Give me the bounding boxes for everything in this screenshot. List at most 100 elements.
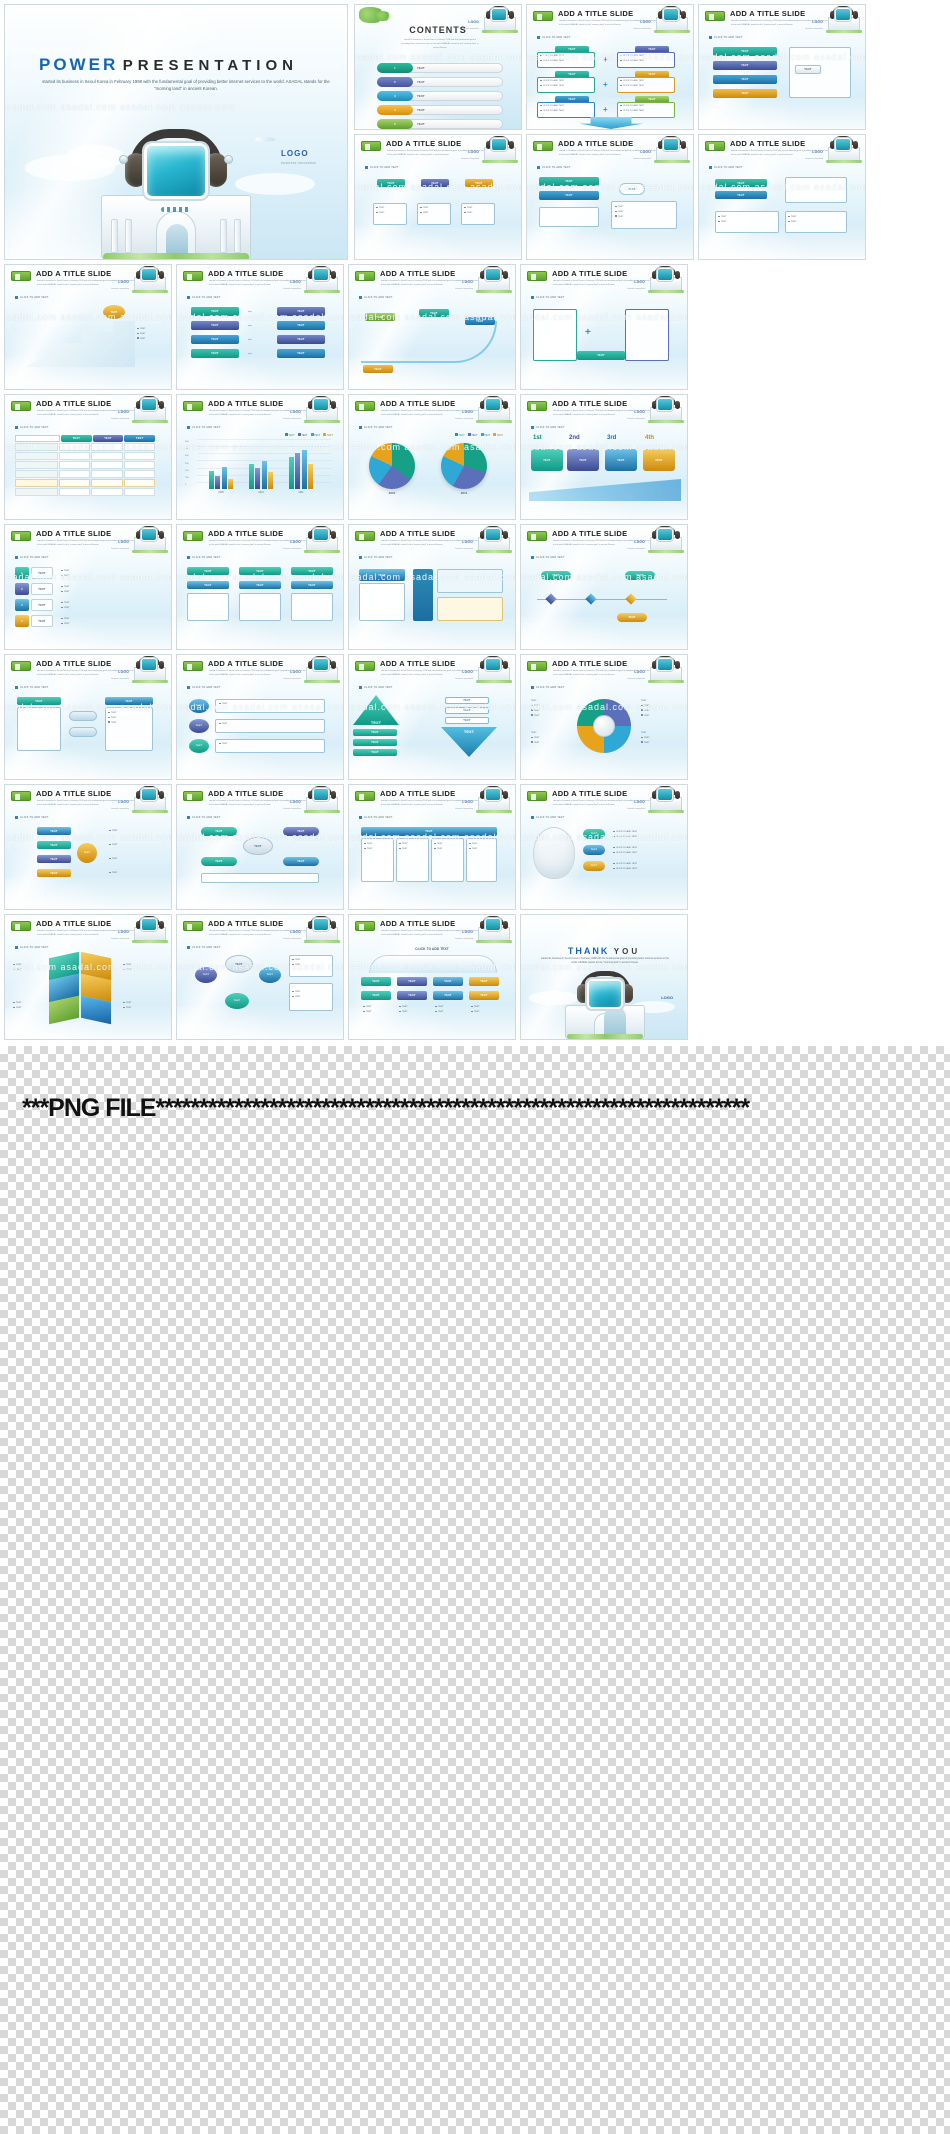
slide-title: ADD A TITLE SLIDE	[208, 789, 284, 798]
slide-thumb-r7c1[interactable]: ADD A TITLE SLIDE started its business i…	[4, 784, 172, 910]
tab-chip-1: TEXT	[715, 179, 767, 187]
slide-thumb-r2c4[interactable]: ADD A TITLE SLIDE started its business i…	[698, 134, 866, 260]
slide-thumb-r2c3[interactable]: ADD A TITLE SLIDE started its business i…	[526, 134, 694, 260]
mascot-icon	[476, 266, 512, 293]
slide-badge-icon	[361, 141, 381, 151]
click-to-add-text[interactable]: CLICK TO ADD TEXT	[365, 166, 399, 169]
chart-bars	[201, 439, 321, 489]
click-to-add-text[interactable]: CLICK TO ADD TEXT	[15, 946, 49, 949]
slide-thumb-r5c4[interactable]: ADD A TITLE SLIDE started its business i…	[520, 524, 688, 650]
slide-thumb-r6c4-donut[interactable]: ADD A TITLE SLIDE started its business i…	[520, 654, 688, 780]
arrow-right-icon: ⇔	[247, 323, 253, 329]
slide-title: ADD A TITLE SLIDE	[208, 269, 284, 278]
slide-thumb-r8c1-cubes[interactable]: ADD A TITLE SLIDE started its business i…	[4, 914, 172, 1040]
curve-chip-3: TEXT	[465, 317, 495, 325]
slide-thumb-r6c2[interactable]: ADD A TITLE SLIDE started its business i…	[176, 654, 344, 780]
png-assets-section	[0, 1046, 950, 2134]
slide-title: ADD A TITLE SLIDE	[208, 919, 284, 928]
slide-thumb-r1c4[interactable]: ADD A TITLE SLIDE started its business i…	[698, 4, 866, 130]
slide-thumb-r8c2-cycle[interactable]: ADD A TITLE SLIDE started its business i…	[176, 914, 344, 1040]
slide-thumb-r4c1[interactable]: ADD A TITLE SLIDE started its business i…	[4, 394, 172, 520]
slide-logo: LOGO business innovation	[283, 400, 301, 420]
slide-thumb-r5c2[interactable]: ADD A TITLE SLIDE started its business i…	[176, 524, 344, 650]
click-to-add-text[interactable]: CLICK TO ADD TEXT	[359, 556, 393, 559]
slide-thumb-r3c2[interactable]: ADD A TITLE SLIDE started its business i…	[176, 264, 344, 390]
slide-thumb-r4c4-ordinals[interactable]: ADD A TITLE SLIDE started its business i…	[520, 394, 688, 520]
mascot-icon	[304, 656, 340, 683]
matrix-r1: TEXT	[277, 307, 325, 316]
click-to-add-text[interactable]: CLICK TO ADD TEXT	[187, 686, 221, 689]
slide-thumb-r3c4[interactable]: ADD A TITLE SLIDE started its business i…	[520, 264, 688, 390]
slide-title: ADD A TITLE SLIDE	[208, 659, 284, 668]
click-to-add-text[interactable]: CLICK TO ADD TEXT	[537, 36, 571, 39]
click-to-add-text[interactable]: CLICK TO ADD TEXT	[187, 556, 221, 559]
click-to-add-text[interactable]: CLICK TO ADD TEXT	[531, 556, 565, 559]
slide-badge-icon	[183, 791, 203, 801]
slide-thumb-r6c1[interactable]: ADD A TITLE SLIDE started its business i…	[4, 654, 172, 780]
click-to-add-text[interactable]: CLICK TO ADD TEXT	[359, 686, 393, 689]
title-slide-subtitle: started its business in Seoul Korea in F…	[42, 79, 330, 91]
slide-logo: LOGO business innovation	[111, 270, 129, 290]
click-to-add-text[interactable]: CLICK TO ADD TEXT	[15, 556, 49, 559]
click-to-add-text[interactable]: CLICK TO ADD TEXT	[537, 166, 571, 169]
click-to-add-text[interactable]: CLICK TO ADD TEXT	[15, 426, 49, 429]
block-chip-1: TEXT	[539, 177, 599, 186]
twopanel-link	[69, 711, 97, 721]
slide-thumb-contents[interactable]: LOGO business innovation CONTENTS starte…	[354, 4, 522, 130]
click-to-add-text[interactable]: CLICK TO ADD TEXT	[187, 816, 221, 819]
click-to-add-text[interactable]: CLICK TO ADD TEXT	[187, 946, 221, 949]
template-preview-page: POWER PRESENTATION started its business …	[0, 0, 950, 2134]
click-to-add-text[interactable]: CLICK TO ADD TEXT	[531, 686, 565, 689]
click-to-add-text[interactable]: CLICK TO ADD TEXT	[187, 426, 221, 429]
slide-thumb-r8c3-grid4[interactable]: ADD A TITLE SLIDE started its business i…	[348, 914, 516, 1040]
slide-thumb-r7c2[interactable]: ADD A TITLE SLIDE started its business i…	[176, 784, 344, 910]
slide-thumb-r2c2[interactable]: ADD A TITLE SLIDE started its business i…	[354, 134, 522, 260]
slide-title: ADD A TITLE SLIDE	[208, 529, 284, 538]
slide-thumb-r1c3[interactable]: ADD A TITLE SLIDE started its business i…	[526, 4, 694, 130]
mascot-icon	[654, 136, 690, 163]
slide-thumb-r4c2-barchart[interactable]: ADD A TITLE SLIDE started its business i…	[176, 394, 344, 520]
slide-thumb-r7c3[interactable]: ADD A TITLE SLIDE started its business i…	[348, 784, 516, 910]
ladder-chip-3: TEXT	[37, 855, 71, 863]
ordinal-box-4: TEXT	[643, 449, 675, 471]
slide-thumb-r6c3-funnel[interactable]: ADD A TITLE SLIDE started its business i…	[348, 654, 516, 780]
pie-title-2011: 2011	[460, 491, 468, 495]
ordinal-box-2: TEXT	[567, 449, 599, 471]
slide-thumb-r7c4[interactable]: ADD A TITLE SLIDE started its business i…	[520, 784, 688, 910]
slide-thumb-r5c3[interactable]: ADD A TITLE SLIDE started its business i…	[348, 524, 516, 650]
twopanel-head-l: TEXT	[17, 697, 61, 705]
logo-tagline: business innovation	[633, 158, 651, 160]
click-to-add-text[interactable]: CLICK TO ADD TEXT	[709, 166, 743, 169]
pie-chart-2011	[441, 443, 487, 489]
click-to-add-text[interactable]: CLICK TO ADD TEXT	[531, 426, 565, 429]
logo-tagline: business innovation	[455, 288, 473, 290]
slide-logo: LOGO business innovation	[111, 660, 129, 680]
click-to-add-text[interactable]: CLICK TO ADD TEXT	[15, 816, 49, 819]
stack-chip-3: TEXT	[713, 75, 777, 84]
click-to-add-text[interactable]: CLICK TO ADD TEXT	[15, 686, 49, 689]
click-to-add-text[interactable]: CLICK TO ADD TEXT	[531, 816, 565, 819]
slide-thumb-r5c1[interactable]: ADD A TITLE SLIDE started its business i…	[4, 524, 172, 650]
slide-thumb-r4c3-pies[interactable]: ADD A TITLE SLIDE started its business i…	[348, 394, 516, 520]
click-to-add-text[interactable]: CLICK TO ADD TEXT	[15, 296, 49, 299]
slide-badge-icon	[527, 401, 547, 411]
click-to-add-text[interactable]: CLICK TO ADD TEXT	[531, 296, 565, 299]
click-to-add-text[interactable]: CLICK TO ADD TEXT	[359, 296, 393, 299]
click-to-add-text-title[interactable]: CLICK TO ADD TEXT	[349, 947, 515, 951]
logo-text: LOGO	[462, 540, 473, 544]
click-to-add-text[interactable]: CLICK TO ADD TEXT	[359, 816, 393, 819]
click-to-add-text[interactable]: CLICK TO ADD TEXT	[187, 296, 221, 299]
curve-chip-2: TEXT	[419, 309, 449, 317]
logo-text: LOGO	[118, 800, 129, 804]
slide-logo: LOGO business innovation	[111, 790, 129, 810]
click-to-add-text[interactable]: CLICK TO ADD TEXT	[359, 426, 393, 429]
slide-thumb-r3c1[interactable]: ADD A TITLE SLIDE started its business i…	[4, 264, 172, 390]
mascot-icon	[648, 266, 684, 293]
slide-thumb-r3c3[interactable]: ADD A TITLE SLIDE started its business i…	[348, 264, 516, 390]
slide-logo: LOGO business innovation	[627, 790, 645, 810]
slide-thumb-thankyou[interactable]: THANK YOU started its business in Seoul …	[520, 914, 688, 1040]
block-chip-2: TEXT	[539, 191, 599, 200]
click-to-add-text[interactable]: CLICK TO ADD TEXT	[709, 36, 743, 39]
logo-text: LOGO	[640, 150, 651, 154]
contents-num-3: 3	[377, 91, 413, 101]
